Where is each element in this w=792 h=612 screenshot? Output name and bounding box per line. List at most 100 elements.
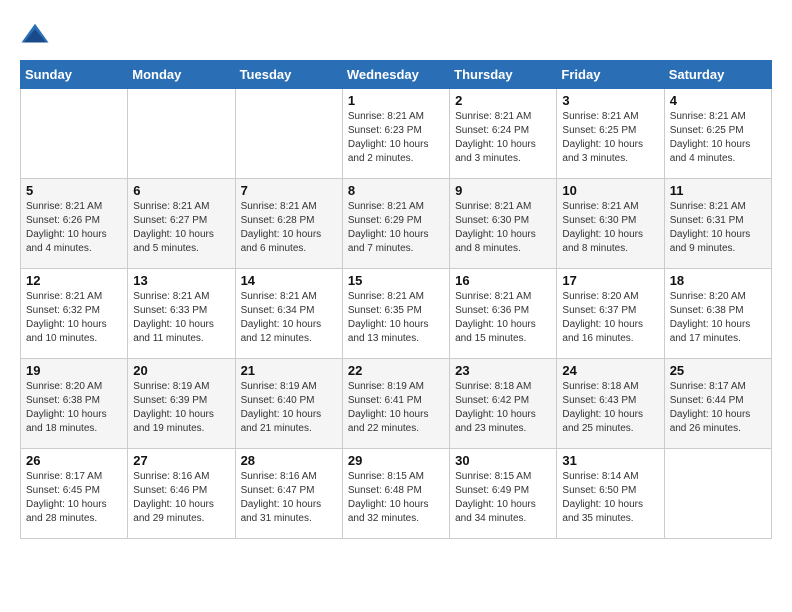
- day-number: 26: [26, 453, 122, 468]
- day-info: Sunrise: 8:21 AM Sunset: 6:33 PM Dayligh…: [133, 290, 229, 346]
- calendar-cell: 2 Sunrise: 8:21 AM Sunset: 6:24 PM Daylig…: [450, 89, 557, 179]
- day-info: Sunrise: 8:21 AM Sunset: 6:31 PM Dayligh…: [670, 200, 766, 256]
- day-number: 27: [133, 453, 229, 468]
- day-info: Sunrise: 8:21 AM Sunset: 6:32 PM Dayligh…: [26, 290, 122, 346]
- day-number: 16: [455, 273, 551, 288]
- calendar-cell: 1 Sunrise: 8:21 AM Sunset: 6:23 PM Daylig…: [342, 89, 449, 179]
- day-number: 3: [562, 93, 658, 108]
- calendar-cell: 6 Sunrise: 8:21 AM Sunset: 6:27 PM Daylig…: [128, 179, 235, 269]
- day-info: Sunrise: 8:21 AM Sunset: 6:26 PM Dayligh…: [26, 200, 122, 256]
- day-number: 8: [348, 183, 444, 198]
- logo-icon: [20, 20, 50, 50]
- day-number: 22: [348, 363, 444, 378]
- calendar-week-row: 19 Sunrise: 8:20 AM Sunset: 6:38 PM Dayli…: [21, 359, 772, 449]
- calendar-cell: 24 Sunrise: 8:18 AM Sunset: 6:43 PM Dayli…: [557, 359, 664, 449]
- day-number: 20: [133, 363, 229, 378]
- day-info: Sunrise: 8:21 AM Sunset: 6:30 PM Dayligh…: [562, 200, 658, 256]
- day-info: Sunrise: 8:21 AM Sunset: 6:34 PM Dayligh…: [241, 290, 337, 346]
- day-number: 29: [348, 453, 444, 468]
- day-number: 28: [241, 453, 337, 468]
- calendar-cell: 3 Sunrise: 8:21 AM Sunset: 6:25 PM Daylig…: [557, 89, 664, 179]
- day-number: 1: [348, 93, 444, 108]
- day-number: 18: [670, 273, 766, 288]
- day-info: Sunrise: 8:21 AM Sunset: 6:35 PM Dayligh…: [348, 290, 444, 346]
- day-info: Sunrise: 8:16 AM Sunset: 6:46 PM Dayligh…: [133, 470, 229, 526]
- weekday-header: Sunday: [21, 61, 128, 89]
- calendar-cell: 28 Sunrise: 8:16 AM Sunset: 6:47 PM Dayli…: [235, 449, 342, 539]
- calendar-week-row: 5 Sunrise: 8:21 AM Sunset: 6:26 PM Daylig…: [21, 179, 772, 269]
- day-number: 24: [562, 363, 658, 378]
- day-info: Sunrise: 8:20 AM Sunset: 6:38 PM Dayligh…: [670, 290, 766, 346]
- calendar-cell: 8Sunrise: 8:21 AM Sunset: 6:29 PM Daylig…: [342, 179, 449, 269]
- day-number: 10: [562, 183, 658, 198]
- calendar-cell: 20 Sunrise: 8:19 AM Sunset: 6:39 PM Dayli…: [128, 359, 235, 449]
- day-number: 12: [26, 273, 122, 288]
- day-number: 13: [133, 273, 229, 288]
- day-number: 6: [133, 183, 229, 198]
- day-number: 19: [26, 363, 122, 378]
- day-number: 9: [455, 183, 551, 198]
- calendar-cell: [128, 89, 235, 179]
- day-info: Sunrise: 8:15 AM Sunset: 6:49 PM Dayligh…: [455, 470, 551, 526]
- day-number: 17: [562, 273, 658, 288]
- day-number: 30: [455, 453, 551, 468]
- day-info: Sunrise: 8:14 AM Sunset: 6:50 PM Dayligh…: [562, 470, 658, 526]
- calendar-cell: 31Sunrise: 8:14 AM Sunset: 6:50 PM Dayli…: [557, 449, 664, 539]
- calendar-cell: 18 Sunrise: 8:20 AM Sunset: 6:38 PM Dayli…: [664, 269, 771, 359]
- weekday-header: Thursday: [450, 61, 557, 89]
- day-info: Sunrise: 8:20 AM Sunset: 6:38 PM Dayligh…: [26, 380, 122, 436]
- day-info: Sunrise: 8:17 AM Sunset: 6:45 PM Dayligh…: [26, 470, 122, 526]
- day-info: Sunrise: 8:19 AM Sunset: 6:39 PM Dayligh…: [133, 380, 229, 436]
- day-info: Sunrise: 8:18 AM Sunset: 6:42 PM Dayligh…: [455, 380, 551, 436]
- calendar-cell: 17Sunrise: 8:20 AM Sunset: 6:37 PM Dayli…: [557, 269, 664, 359]
- calendar-cell: 5 Sunrise: 8:21 AM Sunset: 6:26 PM Daylig…: [21, 179, 128, 269]
- day-number: 4: [670, 93, 766, 108]
- day-info: Sunrise: 8:19 AM Sunset: 6:41 PM Dayligh…: [348, 380, 444, 436]
- day-info: Sunrise: 8:21 AM Sunset: 6:28 PM Dayligh…: [241, 200, 337, 256]
- calendar-cell: 15Sunrise: 8:21 AM Sunset: 6:35 PM Dayli…: [342, 269, 449, 359]
- day-number: 23: [455, 363, 551, 378]
- calendar-cell: 29 Sunrise: 8:15 AM Sunset: 6:48 PM Dayli…: [342, 449, 449, 539]
- calendar-cell: 4 Sunrise: 8:21 AM Sunset: 6:25 PM Daylig…: [664, 89, 771, 179]
- calendar-cell: [235, 89, 342, 179]
- weekday-header: Wednesday: [342, 61, 449, 89]
- calendar-cell: [664, 449, 771, 539]
- day-info: Sunrise: 8:21 AM Sunset: 6:24 PM Dayligh…: [455, 110, 551, 166]
- day-info: Sunrise: 8:21 AM Sunset: 6:30 PM Dayligh…: [455, 200, 551, 256]
- day-info: Sunrise: 8:21 AM Sunset: 6:27 PM Dayligh…: [133, 200, 229, 256]
- calendar-table: SundayMondayTuesdayWednesdayThursdayFrid…: [20, 60, 772, 539]
- day-info: Sunrise: 8:21 AM Sunset: 6:25 PM Dayligh…: [562, 110, 658, 166]
- calendar-week-row: 1 Sunrise: 8:21 AM Sunset: 6:23 PM Daylig…: [21, 89, 772, 179]
- day-info: Sunrise: 8:21 AM Sunset: 6:25 PM Dayligh…: [670, 110, 766, 166]
- calendar-cell: 9 Sunrise: 8:21 AM Sunset: 6:30 PM Daylig…: [450, 179, 557, 269]
- calendar-cell: 14 Sunrise: 8:21 AM Sunset: 6:34 PM Dayli…: [235, 269, 342, 359]
- day-number: 14: [241, 273, 337, 288]
- calendar-week-row: 26 Sunrise: 8:17 AM Sunset: 6:45 PM Dayli…: [21, 449, 772, 539]
- logo: [20, 20, 54, 50]
- day-number: 25: [670, 363, 766, 378]
- day-info: Sunrise: 8:16 AM Sunset: 6:47 PM Dayligh…: [241, 470, 337, 526]
- calendar-cell: 25Sunrise: 8:17 AM Sunset: 6:44 PM Dayli…: [664, 359, 771, 449]
- calendar-cell: 21Sunrise: 8:19 AM Sunset: 6:40 PM Dayli…: [235, 359, 342, 449]
- day-info: Sunrise: 8:21 AM Sunset: 6:36 PM Dayligh…: [455, 290, 551, 346]
- calendar-cell: 23 Sunrise: 8:18 AM Sunset: 6:42 PM Dayli…: [450, 359, 557, 449]
- calendar-cell: [21, 89, 128, 179]
- calendar-cell: 22 Sunrise: 8:19 AM Sunset: 6:41 PM Dayli…: [342, 359, 449, 449]
- calendar-cell: 27 Sunrise: 8:16 AM Sunset: 6:46 PM Dayli…: [128, 449, 235, 539]
- weekday-header: Tuesday: [235, 61, 342, 89]
- calendar-cell: 26 Sunrise: 8:17 AM Sunset: 6:45 PM Dayli…: [21, 449, 128, 539]
- day-info: Sunrise: 8:18 AM Sunset: 6:43 PM Dayligh…: [562, 380, 658, 436]
- calendar-cell: 30 Sunrise: 8:15 AM Sunset: 6:49 PM Dayli…: [450, 449, 557, 539]
- day-info: Sunrise: 8:19 AM Sunset: 6:40 PM Dayligh…: [241, 380, 337, 436]
- page-header: [20, 20, 772, 50]
- calendar-cell: 19 Sunrise: 8:20 AM Sunset: 6:38 PM Dayli…: [21, 359, 128, 449]
- day-number: 5: [26, 183, 122, 198]
- calendar-cell: 16 Sunrise: 8:21 AM Sunset: 6:36 PM Dayli…: [450, 269, 557, 359]
- day-info: Sunrise: 8:15 AM Sunset: 6:48 PM Dayligh…: [348, 470, 444, 526]
- calendar-cell: 11Sunrise: 8:21 AM Sunset: 6:31 PM Dayli…: [664, 179, 771, 269]
- calendar-cell: 7Sunrise: 8:21 AM Sunset: 6:28 PM Daylig…: [235, 179, 342, 269]
- calendar-cell: 10 Sunrise: 8:21 AM Sunset: 6:30 PM Dayli…: [557, 179, 664, 269]
- day-number: 2: [455, 93, 551, 108]
- weekday-header: Friday: [557, 61, 664, 89]
- day-info: Sunrise: 8:21 AM Sunset: 6:23 PM Dayligh…: [348, 110, 444, 166]
